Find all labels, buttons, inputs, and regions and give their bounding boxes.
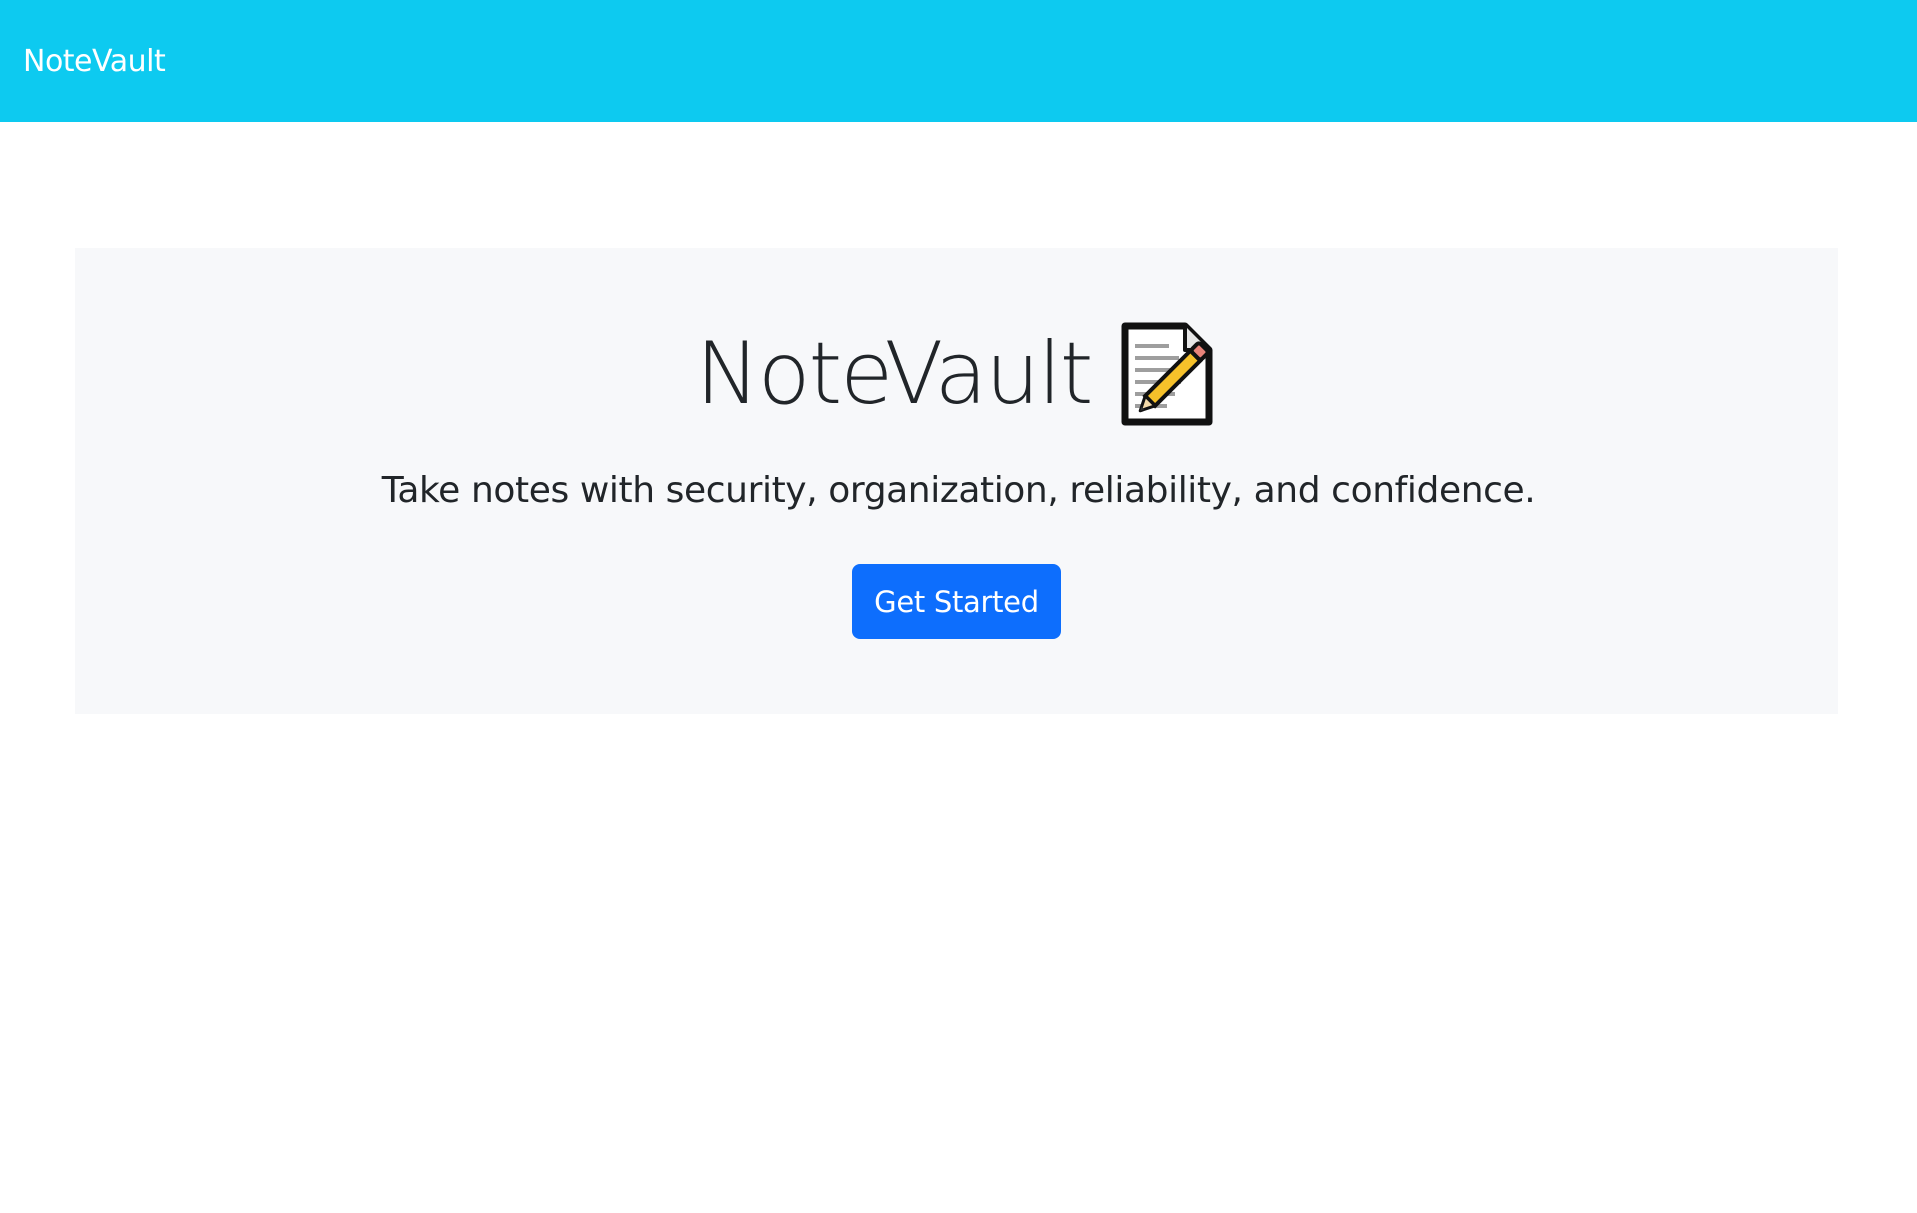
hero-heading: NoteVault [0,322,1917,426]
hero-subtitle: Take notes with security, organization, … [381,470,1536,511]
hero-title: NoteVault [695,324,1094,424]
get-started-button[interactable]: Get Started [852,564,1061,639]
navbar-brand[interactable]: NoteVault [23,44,166,79]
top-navbar: NoteVault [0,0,1917,122]
memo-icon [1117,322,1221,426]
